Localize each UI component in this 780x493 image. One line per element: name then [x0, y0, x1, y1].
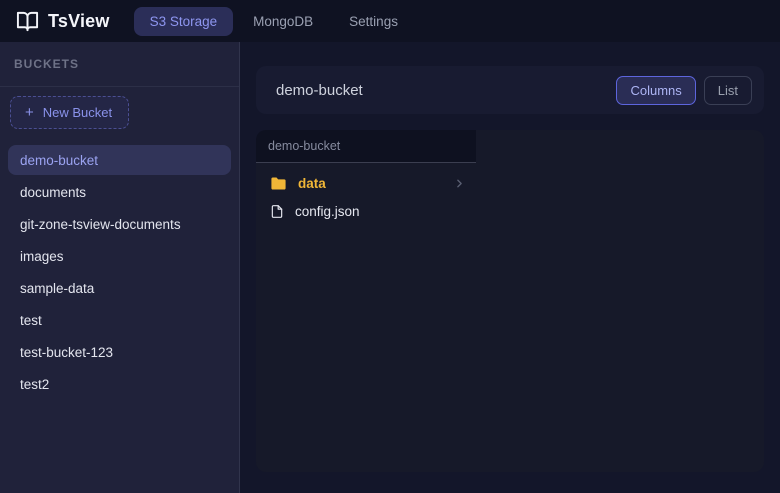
sidebar-item-test-bucket-123[interactable]: test-bucket-123: [8, 337, 231, 367]
sidebar-item-test2[interactable]: test2: [8, 369, 231, 399]
app-logo: TsView: [16, 10, 110, 33]
new-bucket-button[interactable]: + New Bucket: [10, 96, 129, 129]
file-item-config.json[interactable]: config.json: [256, 197, 476, 225]
bucket-list: demo-bucketdocumentsgit-zone-tsview-docu…: [0, 145, 239, 401]
sidebar-item-demo-bucket[interactable]: demo-bucket: [8, 145, 231, 175]
app-window: TsView S3 StorageMongoDBSettings BUCKETS…: [0, 0, 780, 493]
view-toggle: Columns List: [616, 76, 752, 105]
book-open-icon: [16, 10, 39, 33]
list-view-button[interactable]: List: [704, 76, 752, 105]
bucket-header-card: demo-bucket Columns List: [256, 66, 764, 114]
file-item-label: data: [298, 176, 326, 191]
app-title: TsView: [48, 11, 110, 32]
tab-s3-storage[interactable]: S3 Storage: [134, 7, 234, 36]
bucket-title: demo-bucket: [276, 82, 363, 99]
sidebar-item-sample-data[interactable]: sample-data: [8, 273, 231, 303]
file-browser-panel: demo-bucket data config.json: [256, 130, 764, 472]
folder-item-data[interactable]: data: [256, 169, 476, 197]
file-icon: [270, 203, 284, 220]
columns-view-button[interactable]: Columns: [616, 76, 695, 105]
top-nav-tabs: S3 StorageMongoDBSettings: [134, 7, 414, 36]
new-bucket-label: New Bucket: [43, 105, 112, 120]
column-items: data config.json: [256, 163, 476, 225]
browser-column: demo-bucket data config.json: [256, 130, 476, 472]
tab-mongodb[interactable]: MongoDB: [237, 7, 329, 36]
layout: BUCKETS + New Bucket demo-bucketdocument…: [0, 42, 780, 493]
tab-settings[interactable]: Settings: [333, 7, 414, 36]
chevron-right-icon: [453, 177, 466, 190]
topbar: TsView S3 StorageMongoDBSettings: [0, 0, 780, 42]
folder-icon: [270, 176, 287, 191]
sidebar-item-git-zone-tsview-documents[interactable]: git-zone-tsview-documents: [8, 209, 231, 239]
plus-icon: +: [25, 105, 34, 120]
sidebar-header: BUCKETS: [0, 42, 239, 87]
sidebar-item-documents[interactable]: documents: [8, 177, 231, 207]
sidebar-item-test[interactable]: test: [8, 305, 231, 335]
buckets-heading: BUCKETS: [14, 57, 79, 71]
column-header: demo-bucket: [256, 130, 476, 163]
sidebar: BUCKETS + New Bucket demo-bucketdocument…: [0, 42, 240, 493]
main-area: demo-bucket Columns List demo-bucket data: [240, 42, 780, 493]
file-item-label: config.json: [295, 204, 360, 219]
sidebar-item-images[interactable]: images: [8, 241, 231, 271]
